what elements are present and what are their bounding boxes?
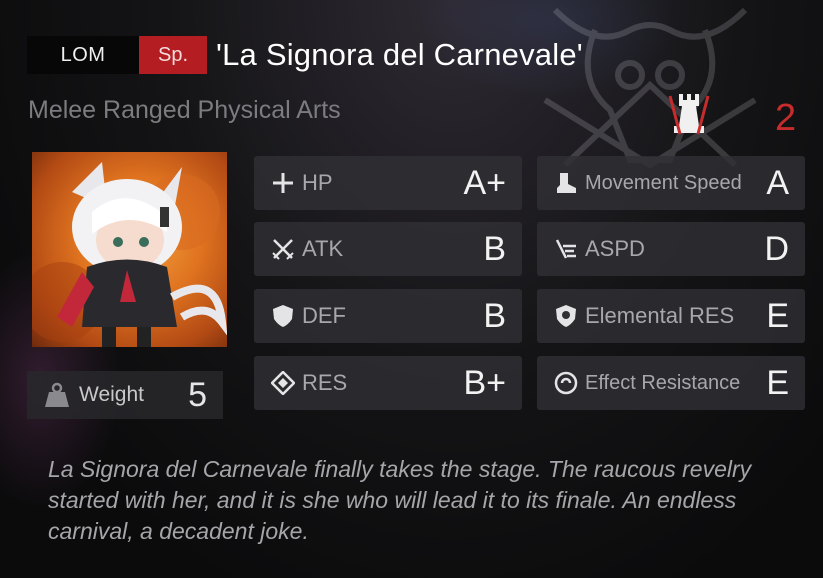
stat-grade: B <box>483 229 506 268</box>
stat-def: DEF B <box>254 289 522 343</box>
shield-icon <box>270 303 296 329</box>
stat-label: Movement Speed <box>585 171 742 194</box>
boot-icon <box>553 170 579 196</box>
stat-aspd: ASPD D <box>537 222 805 276</box>
stat-label: Effect Resistance <box>585 371 741 394</box>
stat-res: RES B+ <box>254 356 522 410</box>
stat-atk: ATK B <box>254 222 522 276</box>
stat-elemental-res: Elemental RES E <box>537 289 805 343</box>
stat-label: DEF <box>302 303 346 328</box>
stat-label: HP <box>302 170 333 195</box>
stat-label: Elemental RES <box>585 303 735 328</box>
stat-grade: B <box>483 296 506 335</box>
weight-label: Weight <box>79 383 144 406</box>
enemy-traits: Melee Ranged Physical Arts <box>28 96 341 124</box>
stat-label: ATK <box>302 236 344 261</box>
stat-effect-resistance: Effect Resistance E <box>537 356 805 410</box>
plus-icon <box>270 170 296 196</box>
enemy-description: La Signora del Carnevale finally takes t… <box>48 456 752 544</box>
enemy-name: 'La Signora del Carnevale' <box>216 37 583 72</box>
diamond-icon <box>270 370 296 396</box>
stat-movement-speed: Movement Speed A <box>537 156 805 210</box>
enemy-header: LOM Sp. 'La Signora del Carnevale' <box>27 36 583 74</box>
weight-box: Weight 5 <box>27 371 223 419</box>
effect-ring-icon <box>553 370 579 396</box>
enemy-portrait <box>32 152 227 347</box>
stat-label: ASPD <box>585 236 645 261</box>
stat-label: RES <box>302 370 348 395</box>
chibi-character-image <box>32 162 227 347</box>
enemy-level: 2 <box>775 97 797 139</box>
speed-lines-icon <box>553 236 579 262</box>
bull-skull-emblem-icon <box>543 7 757 169</box>
stat-grade: A <box>766 163 789 202</box>
crossed-swords-icon <box>270 236 296 262</box>
rook-level-icon <box>668 94 710 135</box>
stat-grade: E <box>766 296 789 335</box>
weight-value: 5 <box>188 375 207 414</box>
stat-grade: A+ <box>463 163 506 202</box>
weight-icon <box>45 382 69 407</box>
stat-grade: D <box>764 229 789 268</box>
stat-grade: B+ <box>463 363 506 402</box>
elemental-shield-icon <box>553 303 579 329</box>
faction-tag: LOM <box>27 36 139 74</box>
stat-grade: E <box>766 363 789 402</box>
type-tag: Sp. <box>139 36 207 74</box>
stat-hp: HP A+ <box>254 156 522 210</box>
